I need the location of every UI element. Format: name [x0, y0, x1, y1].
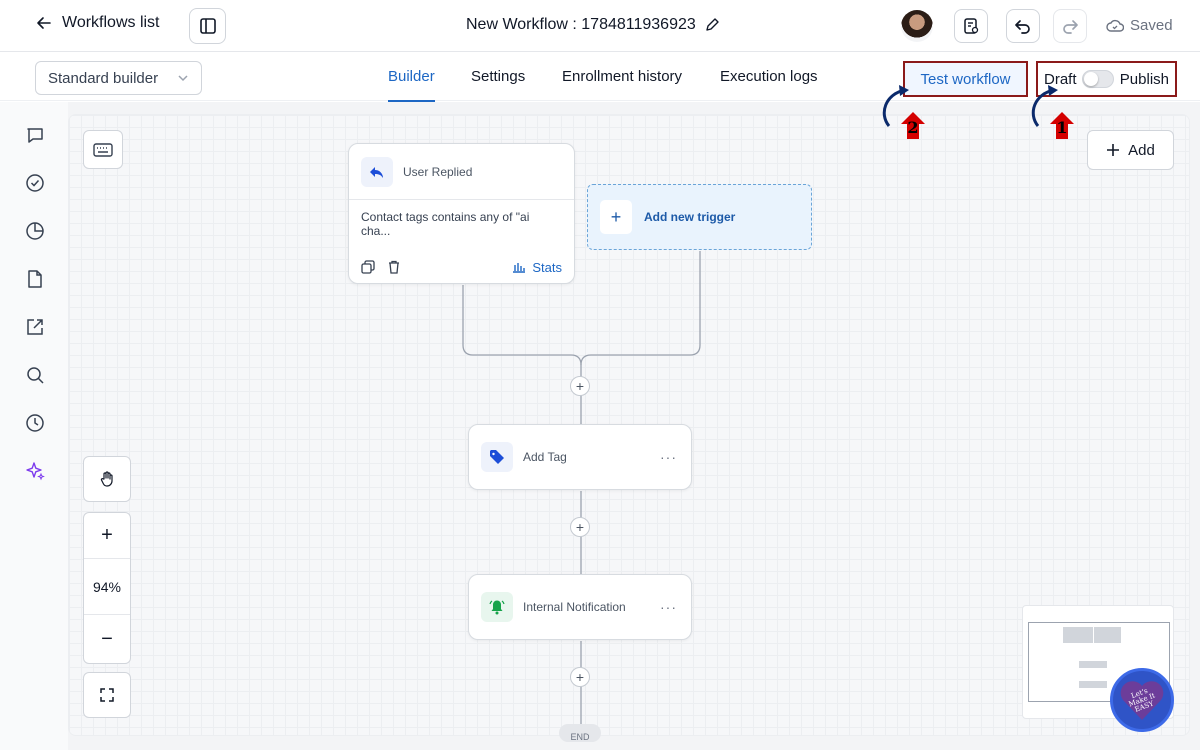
- saved-label: Saved: [1130, 17, 1173, 34]
- pencil-icon[interactable]: [704, 17, 720, 33]
- bar-chart-icon: [513, 263, 526, 273]
- workflow-title: New Workflow : 1784811936923: [466, 16, 720, 34]
- external-link-icon[interactable]: [24, 316, 46, 338]
- expand-icon: [100, 688, 114, 702]
- trigger-node[interactable]: User Replied Contact tags contains any o…: [348, 143, 575, 284]
- stats-label: Stats: [532, 259, 562, 275]
- add-step-button[interactable]: +: [570, 517, 590, 537]
- tab-execution-logs[interactable]: Execution logs: [720, 68, 818, 85]
- cloud-check-icon: [1106, 19, 1124, 32]
- undo-icon: [1015, 20, 1030, 34]
- sparkle-icon[interactable]: [24, 460, 46, 482]
- tag-icon: [481, 442, 513, 472]
- redo-icon: [1063, 20, 1078, 34]
- workflow-title-text: New Workflow : 1784811936923: [466, 16, 696, 33]
- sub-navigation: Standard builder Builder Settings Enroll…: [0, 53, 1200, 102]
- annotation-number-1: 1: [1056, 118, 1068, 137]
- more-options-icon[interactable]: ···: [660, 599, 677, 615]
- trigger-footer: Stats: [349, 252, 574, 282]
- annotation-arrow-2: [882, 85, 925, 139]
- trigger-condition: Contact tags contains any of "ai cha...: [361, 210, 530, 238]
- workflow-notes-button[interactable]: [954, 9, 988, 43]
- heart-logo: Let's Make It EASY: [1120, 680, 1164, 720]
- left-sidebar: [0, 102, 68, 750]
- add-step-button[interactable]: +: [570, 376, 590, 396]
- end-marker: END: [559, 724, 601, 742]
- tab-settings[interactable]: Settings: [471, 68, 525, 85]
- publish-toggle[interactable]: [1082, 70, 1115, 88]
- top-bar: Workflows list New Workflow : 1784811936…: [0, 0, 1200, 52]
- sidebar-panel-icon: [199, 18, 216, 34]
- minimap-node: [1079, 681, 1107, 688]
- fit-view-button[interactable]: [83, 672, 131, 718]
- check-circle-icon[interactable]: [24, 172, 46, 194]
- trigger-header: User Replied: [349, 144, 574, 200]
- pan-tool-button[interactable]: [83, 456, 131, 502]
- more-options-icon[interactable]: ···: [660, 449, 677, 465]
- tab-builder[interactable]: Builder: [388, 68, 435, 85]
- publish-label: Publish: [1119, 70, 1169, 88]
- lets-make-it-easy-badge: Let's Make It EASY: [1110, 668, 1174, 732]
- user-avatar[interactable]: [901, 10, 933, 42]
- arrow-left-icon: [37, 17, 51, 29]
- trigger-title: User Replied: [403, 164, 473, 179]
- document-settings-icon: [964, 18, 979, 34]
- minimap-node: [1094, 627, 1121, 643]
- action-node-internal-notification[interactable]: Internal Notification ···: [468, 574, 692, 640]
- file-icon[interactable]: [24, 268, 46, 290]
- redo-button[interactable]: [1053, 9, 1087, 43]
- toggle-panel-button[interactable]: [189, 8, 226, 44]
- zoom-in-button[interactable]: +: [84, 513, 130, 559]
- keyboard-icon: [93, 142, 113, 157]
- annotation-arrow-1: [1031, 85, 1074, 139]
- chevron-down-icon: [178, 75, 188, 82]
- add-button[interactable]: Add: [1087, 130, 1174, 170]
- add-label: Add: [1128, 141, 1155, 159]
- tab-enrollment-history[interactable]: Enrollment history: [562, 68, 682, 85]
- minimap-node: [1079, 661, 1107, 668]
- zoom-controls: + 94% −: [83, 512, 131, 664]
- stats-link[interactable]: Stats: [512, 260, 562, 275]
- pie-chart-icon[interactable]: [24, 220, 46, 242]
- builder-mode-value: Standard builder: [48, 69, 159, 87]
- back-to-workflows-link[interactable]: Workflows list: [36, 14, 160, 32]
- plus-icon: +: [600, 200, 632, 234]
- action-title: Add Tag: [523, 450, 567, 464]
- keyboard-shortcuts-button[interactable]: [83, 130, 123, 169]
- annotation-number-2: 2: [907, 118, 919, 137]
- plus-icon: [1107, 144, 1120, 156]
- zoom-level: 94%: [84, 559, 130, 615]
- add-new-trigger-label: Add new trigger: [644, 210, 736, 224]
- trash-icon[interactable]: [387, 260, 401, 274]
- badge-text: Let's Make It EASY: [1127, 686, 1157, 714]
- back-label: Workflows list: [62, 14, 160, 31]
- search-icon[interactable]: [24, 364, 46, 386]
- clock-icon[interactable]: [24, 412, 46, 434]
- bell-icon: [481, 592, 513, 622]
- hand-icon: [100, 471, 113, 487]
- undo-button[interactable]: [1006, 9, 1040, 43]
- add-step-button[interactable]: +: [570, 667, 590, 687]
- copy-icon[interactable]: [361, 260, 375, 274]
- minimap-node: [1063, 627, 1093, 643]
- add-new-trigger-node[interactable]: + Add new trigger: [587, 184, 812, 250]
- action-title: Internal Notification: [523, 600, 626, 614]
- reply-icon: [361, 156, 393, 187]
- action-node-add-tag[interactable]: Add Tag ···: [468, 424, 692, 490]
- save-status: Saved: [1106, 17, 1173, 34]
- builder-mode-select[interactable]: Standard builder: [35, 61, 202, 95]
- zoom-out-button[interactable]: −: [84, 615, 130, 663]
- chat-icon[interactable]: [24, 124, 46, 146]
